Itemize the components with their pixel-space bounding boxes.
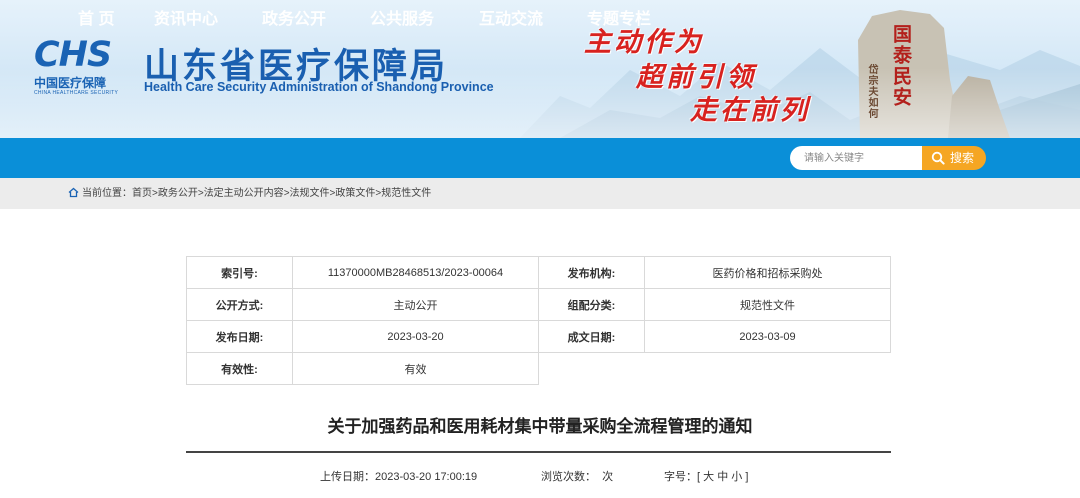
stele-small-inscription: 岱宗夫如何 xyxy=(866,64,877,119)
font-bracket-close: ] xyxy=(745,471,749,483)
search-input[interactable] xyxy=(790,146,924,170)
written-date-value: 2023-03-09 xyxy=(644,320,891,353)
document-title: 关于加强药品和医用耗材集中带量采购全流程管理的通知 xyxy=(327,417,753,436)
written-date-label: 成文日期: xyxy=(538,320,645,353)
logo-mark: CHS xyxy=(34,35,112,75)
breadcrumb-statutory-disclosure[interactable]: 法定主动公开内容 xyxy=(204,188,284,199)
nav-public-services[interactable]: 公共服务 xyxy=(370,0,434,40)
home-icon xyxy=(68,187,79,198)
slogan-line-3: 走在前列 xyxy=(690,95,810,126)
nav-government-affairs[interactable]: 政务公开 xyxy=(262,0,326,40)
index-no-value: 11370000MB28468513/2023-00064 xyxy=(292,256,539,289)
logo-en-text: CHINA HEALTHCARE SECURITY xyxy=(34,90,119,96)
document-info-table: 索引号: 11370000MB28468513/2023-00064 发布机构:… xyxy=(186,256,891,385)
table-row: 公开方式: 主动公开 组配分类: 规范性文件 xyxy=(186,288,891,321)
view-count-label: 浏览次数： xyxy=(541,471,596,483)
search-box: 搜索 xyxy=(790,146,986,170)
search-button-label: 搜索 xyxy=(950,151,975,165)
title-divider xyxy=(186,451,891,453)
chs-logo[interactable]: CHS 中国医疗保障 CHINA HEALTHCARE SECURITY xyxy=(34,35,128,97)
breadcrumb: 当前位置：首页>政务公开>法定主动公开内容>法规文件>政策文件>规范性文件 xyxy=(82,178,431,209)
breadcrumb-policy-docs[interactable]: 政策文件 xyxy=(335,188,375,199)
table-row: 发布日期: 2023-03-20 成文日期: 2023-03-09 xyxy=(186,320,891,353)
open-mode-label: 公开方式: xyxy=(186,288,293,321)
font-size-switcher: 字号：[ 大 中 小 ] xyxy=(664,468,748,484)
view-count: 浏览次数： 次 xyxy=(541,468,613,484)
font-size-medium[interactable]: 中 xyxy=(717,471,728,483)
font-size-label: 字号： xyxy=(664,471,697,483)
upload-date-value: 2023-03-20 17:00:19 xyxy=(375,471,478,483)
nav-news-center[interactable]: 资讯中心 xyxy=(154,0,218,40)
site-title-en: Health Care Security Administration of S… xyxy=(144,80,494,94)
breadcrumb-normative-docs[interactable]: 规范性文件 xyxy=(381,188,431,199)
category-value: 规范性文件 xyxy=(644,288,891,321)
empty-cell xyxy=(538,352,891,385)
search-button[interactable]: 搜索 xyxy=(922,146,986,170)
nav-special-topics[interactable]: 专题专栏 xyxy=(587,0,651,40)
logo-cn-text: 中国医疗保障 xyxy=(34,76,107,90)
upload-date-label: 上传日期： xyxy=(320,471,375,483)
font-bracket-open: [ xyxy=(697,471,701,483)
table-row: 有效性: 有效 xyxy=(186,352,891,385)
font-size-small[interactable]: 小 xyxy=(731,471,742,483)
breadcrumb-prefix: 当前位置： xyxy=(82,188,132,199)
publisher-label: 发布机构: xyxy=(538,256,645,289)
validity-label: 有效性: xyxy=(186,352,293,385)
category-label: 组配分类: xyxy=(538,288,645,321)
font-size-large[interactable]: 大 xyxy=(703,471,714,483)
index-no-label: 索引号: xyxy=(186,256,293,289)
publish-date-label: 发布日期: xyxy=(186,320,293,353)
open-mode-value: 主动公开 xyxy=(292,288,539,321)
publisher-value: 医药价格和招标采购处 xyxy=(644,256,891,289)
nav-home[interactable]: 首 页 xyxy=(78,0,114,40)
search-icon xyxy=(931,151,945,165)
breadcrumb-home[interactable]: 首页 xyxy=(132,188,152,199)
breadcrumb-gov-affairs[interactable]: 政务公开 xyxy=(158,188,198,199)
breadcrumb-regulations[interactable]: 法规文件 xyxy=(290,188,330,199)
publish-date-value: 2023-03-20 xyxy=(292,320,539,353)
nav-interaction[interactable]: 互动交流 xyxy=(479,0,543,40)
validity-value: 有效 xyxy=(292,352,539,385)
table-row: 索引号: 11370000MB28468513/2023-00064 发布机构:… xyxy=(186,256,891,289)
upload-date: 上传日期：2023-03-20 17:00:19 xyxy=(320,468,477,484)
view-count-unit: 次 xyxy=(602,471,614,483)
stele-inscription: 国泰民安 xyxy=(890,24,912,108)
